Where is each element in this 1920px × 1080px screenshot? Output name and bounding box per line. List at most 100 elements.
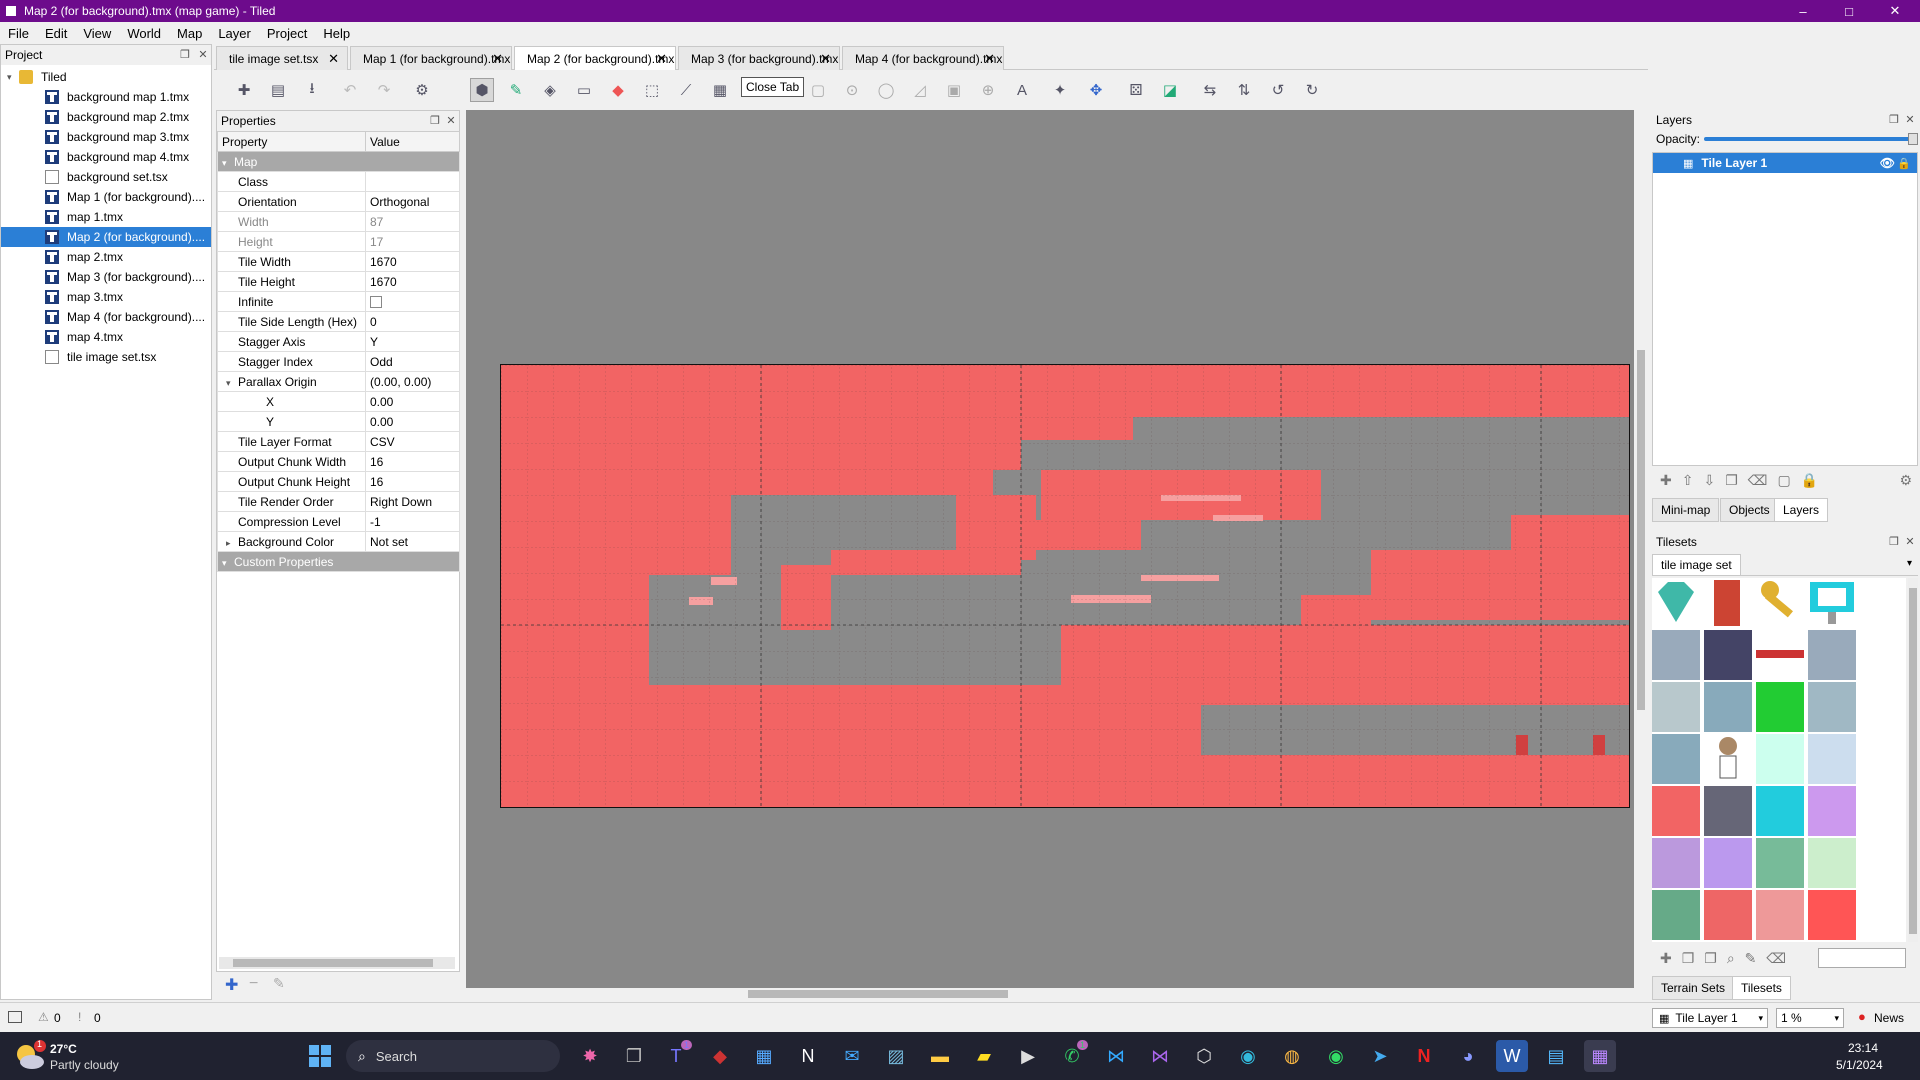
menu-map[interactable]: Map	[169, 26, 210, 41]
weather-widget-icon[interactable]: 1	[12, 1039, 46, 1072]
word-icon[interactable]: W	[1496, 1040, 1528, 1072]
properties-hscrollbar[interactable]	[219, 957, 455, 969]
menu-project[interactable]: Project	[259, 26, 315, 41]
property-row[interactable]: Tile Side Length (Hex) 0	[217, 311, 460, 332]
project-file-item[interactable]: background map 1.tmx	[1, 87, 211, 107]
float-panel-icon[interactable]: ❐	[429, 115, 441, 127]
chrome-icon[interactable]: ◍	[1276, 1040, 1308, 1072]
media-player-icon[interactable]: ▶	[1012, 1040, 1044, 1072]
maximize-button[interactable]: □	[1826, 0, 1872, 22]
menu-view[interactable]: View	[75, 26, 119, 41]
property-value[interactable]: 1670	[370, 255, 397, 269]
purple-ledge-tile[interactable]	[1652, 838, 1700, 888]
property-row[interactable]: Compression Level -1	[217, 511, 460, 532]
visual-studio-icon[interactable]: ⋈	[1144, 1040, 1176, 1072]
rect-select-icon[interactable]: ⬚	[640, 78, 664, 102]
layer-menu-icon[interactable]: ⚙	[1899, 472, 1912, 489]
project-file-item[interactable]: map 2.tmx	[1, 247, 211, 267]
eraser-icon[interactable]: ◆	[606, 78, 630, 102]
map-group-row[interactable]: ▾ Map	[217, 151, 460, 172]
window-tile[interactable]	[1808, 682, 1856, 732]
menu-layer[interactable]: Layer	[210, 26, 259, 41]
lock-icon[interactable]: 🔒	[1897, 157, 1911, 170]
open-file-icon[interactable]: ▤	[266, 78, 290, 102]
property-row[interactable]: ▾ Parallax Origin (0.00, 0.00)	[217, 371, 460, 392]
document-tab[interactable]: Map 4 (for background).tmx ✕	[842, 46, 1004, 70]
game-app-icon[interactable]: ◆	[704, 1040, 736, 1072]
vscode-icon[interactable]: ⋈	[1100, 1040, 1132, 1072]
collapse-icon[interactable]: ▾	[222, 158, 234, 169]
discord-icon[interactable]: ◕	[1452, 1040, 1484, 1072]
property-value[interactable]: 16	[370, 475, 383, 489]
menu-help[interactable]: Help	[315, 26, 358, 41]
insert-ellipse-icon[interactable]: ◯	[874, 78, 898, 102]
insert-tile-icon[interactable]: ▣	[942, 78, 966, 102]
expand-icon[interactable]: ▸	[226, 538, 238, 549]
brick-tile[interactable]	[1704, 578, 1752, 628]
telegram-icon[interactable]: ➤	[1364, 1040, 1396, 1072]
property-row[interactable]: Tile Render Order Right Down	[217, 491, 460, 512]
close-window-button[interactable]: ✕	[1872, 0, 1918, 22]
property-row[interactable]: Class	[217, 171, 460, 192]
rotate-right-icon[interactable]: ↻	[1300, 78, 1324, 102]
close-panel-icon[interactable]: ✕	[197, 49, 209, 61]
rename-property-icon[interactable]: ✎	[273, 975, 285, 992]
property-value[interactable]: Y	[370, 335, 378, 349]
property-value[interactable]: 16	[370, 455, 383, 469]
flip-horizontal-icon[interactable]: ⇆	[1198, 78, 1222, 102]
document-tab[interactable]: Map 1 (for background).tmx ✕	[350, 46, 512, 70]
tiled-app-icon[interactable]: ▦	[1584, 1040, 1616, 1072]
robot-tile[interactable]	[1756, 682, 1804, 732]
minimize-button[interactable]: –	[1780, 0, 1826, 22]
float-panel-icon[interactable]: ❐	[1888, 114, 1900, 126]
property-value[interactable]: 0.00	[370, 415, 393, 429]
property-row[interactable]: Output Chunk Width 16	[217, 451, 460, 472]
property-row[interactable]: Tile Layer Format CSV	[217, 431, 460, 452]
random-mode-icon[interactable]: ⚄	[1124, 78, 1148, 102]
taskbar-search[interactable]: ⌕ Search	[346, 1040, 560, 1072]
property-value[interactable]: 17	[370, 235, 383, 249]
clock-time[interactable]: 23:14	[1848, 1041, 1878, 1055]
visibility-icon[interactable]: 👁	[1880, 156, 1895, 170]
property-value[interactable]: 0	[370, 315, 377, 329]
select-same-tile-icon[interactable]: ▦	[708, 78, 732, 102]
document-tab[interactable]: Map 3 (for background).tmx ✕	[678, 46, 840, 70]
character-tile[interactable]	[1704, 734, 1752, 784]
tab-terrain-sets[interactable]: Terrain Sets	[1652, 976, 1735, 1000]
console-icon[interactable]	[8, 1011, 22, 1023]
layer-actions-toolbar[interactable]: ✚⇧⇩❐⌫▢🔒	[1660, 472, 1828, 489]
world-tool-icon[interactable]: ✦	[1048, 78, 1072, 102]
add-property-icon[interactable]: ✚	[225, 975, 238, 995]
custom-properties-group[interactable]: ▾ Custom Properties	[217, 551, 460, 572]
notepad-icon[interactable]: ▤	[1540, 1040, 1572, 1072]
terminal-tile[interactable]	[1756, 786, 1804, 836]
server-tile[interactable]	[1704, 630, 1752, 680]
green-block-tile[interactable]	[1756, 838, 1804, 888]
red-platform-tile[interactable]	[1704, 890, 1752, 940]
unity-icon[interactable]: ⬡	[1188, 1040, 1220, 1072]
laser-tile[interactable]	[1756, 630, 1804, 680]
close-tab-icon[interactable]: ✕	[328, 51, 339, 67]
terrain-brush-icon[interactable]: ✎	[504, 78, 528, 102]
insert-text-icon[interactable]: A	[1010, 78, 1034, 102]
conveyor-tile[interactable]	[1808, 734, 1856, 784]
float-panel-icon[interactable]: ❐	[179, 49, 191, 61]
copilot-icon[interactable]: ✸	[574, 1040, 606, 1072]
property-value[interactable]: Not set	[370, 535, 408, 549]
property-row[interactable]: Y 0.00	[217, 411, 460, 432]
project-file-item[interactable]: Map 3 (for background)....	[1, 267, 211, 287]
project-file-item[interactable]: background map 3.tmx	[1, 127, 211, 147]
property-value[interactable]: 0.00	[370, 395, 393, 409]
property-value[interactable]: Right Down	[370, 495, 432, 509]
warning-icon[interactable]: ⚠	[38, 1010, 49, 1024]
close-tab-icon[interactable]: ✕	[820, 51, 831, 67]
insert-point-icon[interactable]: ⊙	[840, 78, 864, 102]
collapse-icon[interactable]: ▾	[226, 378, 238, 389]
pink-ledge-tile[interactable]	[1756, 890, 1804, 940]
command-icon[interactable]: ⚙	[410, 78, 434, 102]
notion-icon[interactable]: N	[792, 1040, 824, 1072]
undo-icon[interactable]: ↶	[338, 78, 362, 102]
remove-property-icon[interactable]: −	[249, 975, 258, 993]
menu-file[interactable]: File	[0, 26, 37, 41]
news-icon[interactable]: ●	[1858, 1009, 1866, 1024]
